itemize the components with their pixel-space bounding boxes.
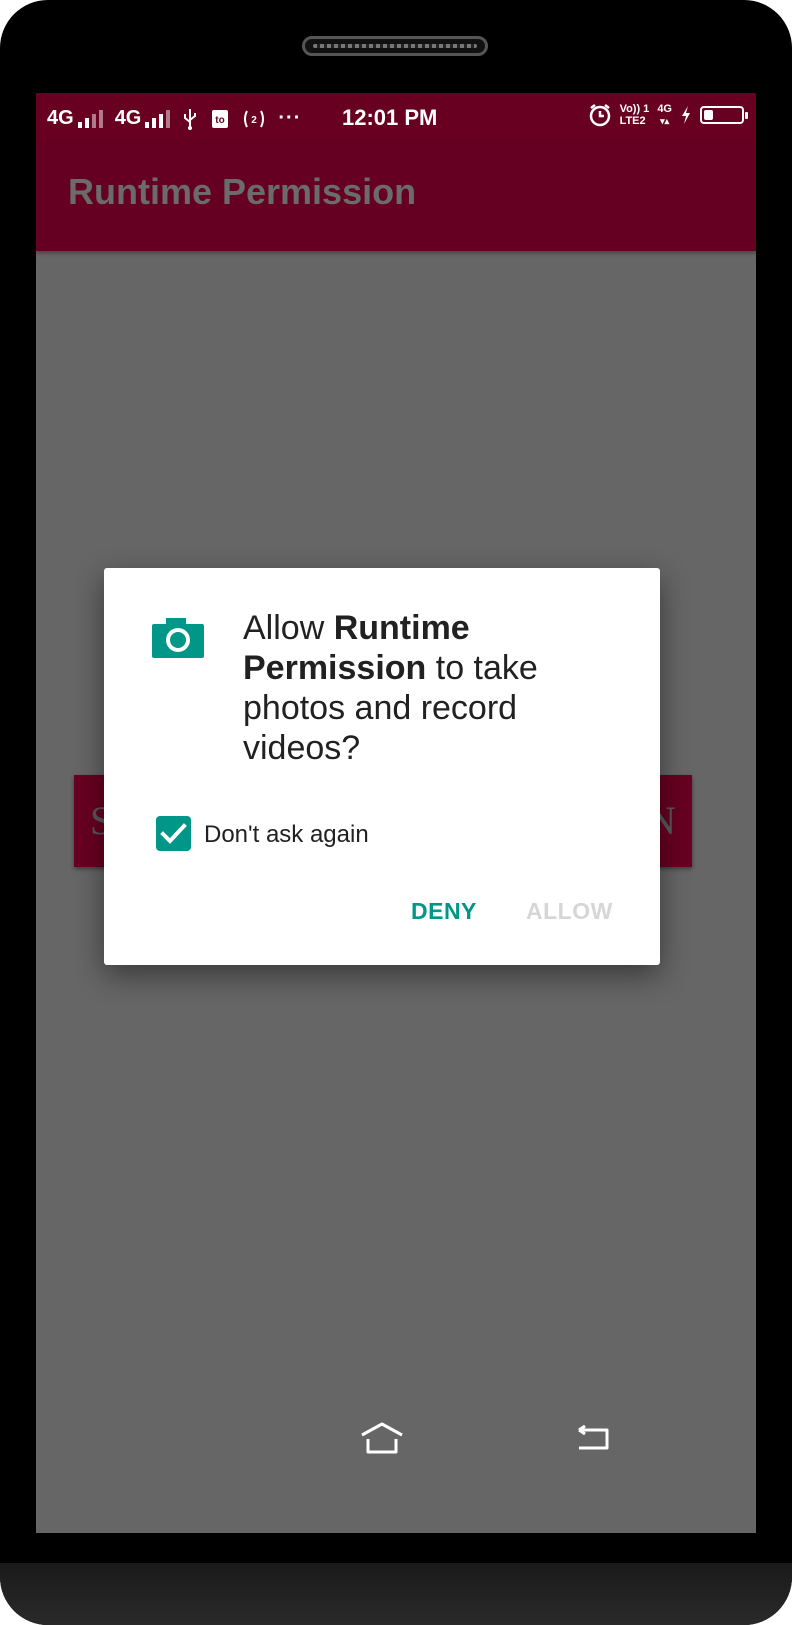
app-bar: Runtime Permission xyxy=(36,143,756,251)
camera-icon xyxy=(152,618,204,658)
lte-label: LTE2 xyxy=(619,115,646,127)
allow-button[interactable]: ALLOW xyxy=(526,898,613,925)
back-icon[interactable] xyxy=(576,1425,612,1453)
dont-ask-again-checkbox[interactable] xyxy=(156,816,191,851)
signal-icon xyxy=(145,109,171,128)
permission-dialog: Allow Runtime Permission to take photos … xyxy=(104,568,660,965)
svg-text:2: 2 xyxy=(252,115,258,126)
signal-1: 4G xyxy=(47,107,103,130)
network-4g-indicator: 4G ▾▴ xyxy=(657,103,672,126)
storage-icon: to xyxy=(212,109,229,128)
alarm-icon xyxy=(589,104,610,127)
network-label-2: 4G xyxy=(114,107,142,129)
volte-indicator: Vo)) 1 LTE2 xyxy=(620,103,650,127)
app-title: Runtime Permission xyxy=(68,171,417,212)
usb-icon xyxy=(184,108,197,130)
more-icon: ··· xyxy=(278,107,302,129)
bottom-bezel xyxy=(0,1563,792,1625)
battery-fill xyxy=(704,110,713,120)
status-bar: 4G 4G to 2 ··· 12:01 PM Vo)) 1 LTE2 4G ▾… xyxy=(36,93,756,143)
svg-text:to: to xyxy=(216,115,225,126)
permission-message: Allow Runtime Permission to take photos … xyxy=(243,608,623,768)
message-prefix: Allow xyxy=(243,609,334,647)
deny-button[interactable]: DENY xyxy=(411,898,477,925)
signal-icon xyxy=(77,109,103,128)
checkmark-icon xyxy=(160,823,187,844)
hotspot-icon: 2 xyxy=(244,110,265,127)
speaker-grille xyxy=(302,36,488,56)
status-time: 12:01 PM xyxy=(342,105,438,130)
network-label-1: 4G xyxy=(47,107,74,129)
dont-ask-again-label[interactable]: Don't ask again xyxy=(204,821,369,849)
charging-icon xyxy=(682,106,690,124)
home-icon[interactable] xyxy=(358,1421,406,1455)
status-right: Vo)) 1 LTE2 4G ▾▴ xyxy=(588,103,748,127)
volte-label: Vo)) 1 xyxy=(619,103,650,115)
network-label-right: 4G xyxy=(657,103,672,115)
status-left: 4G 4G to 2 ··· xyxy=(47,107,301,130)
battery-icon xyxy=(700,106,748,124)
signal-2: 4G xyxy=(115,107,171,130)
